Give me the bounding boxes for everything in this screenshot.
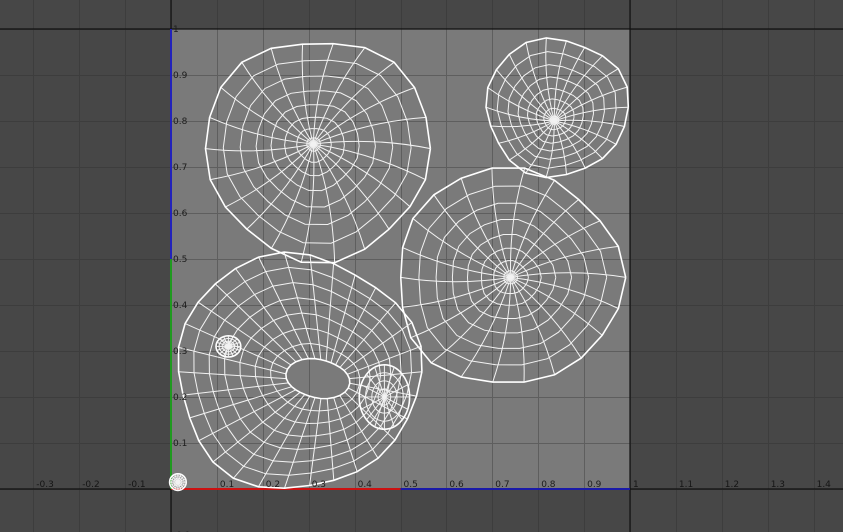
u-tick-label: 0.5 xyxy=(404,480,418,490)
v-tick-label: 0.3 xyxy=(173,347,187,357)
uv-shell-small-eye-right[interactable] xyxy=(358,363,411,430)
v-tick-label: 0.2 xyxy=(173,393,187,403)
u-tick-label: 1.4 xyxy=(817,480,832,490)
v-tick-label: 0.5 xyxy=(173,255,187,265)
u-tick-label: 1.3 xyxy=(771,480,785,490)
u-tick-label: 1.1 xyxy=(679,480,693,490)
u-tick-label: 0.8 xyxy=(541,480,556,490)
u-tick-label: 0.1 xyxy=(220,480,234,490)
v-tick-label: 0.6 xyxy=(173,209,188,219)
u-tick-label: 0.3 xyxy=(312,480,326,490)
v-tick-label: 0.4 xyxy=(173,301,188,311)
v-tick-label: 0.9 xyxy=(173,71,188,81)
v-tick-label: 1 xyxy=(173,25,179,35)
uv-editor-viewport[interactable]: 4-0.3-0.2-0.10.10.20.30.40.50.60.70.80.9… xyxy=(0,0,843,532)
v-tick-label: 0.7 xyxy=(173,163,187,173)
uv-shell-origin-dot[interactable] xyxy=(168,473,187,492)
u-tick-label: 1.2 xyxy=(725,480,739,490)
u-tick-label: -0.1 xyxy=(128,480,146,490)
u-tick-label: 0.2 xyxy=(266,480,280,490)
uv-shell-small-eye-left[interactable] xyxy=(215,334,242,358)
v-tick-label: 0.1 xyxy=(173,439,187,449)
u-tick-label: 0.4 xyxy=(358,480,373,490)
u-tick-label: 0.7 xyxy=(495,480,509,490)
u-tick-label: 0.9 xyxy=(587,480,602,490)
u-tick-label: 0.6 xyxy=(449,480,464,490)
v-tick-label: 0.8 xyxy=(173,117,188,127)
uv-grid-canvas[interactable]: 4-0.3-0.2-0.10.10.20.30.40.50.60.70.80.9… xyxy=(0,0,843,532)
u-tick-label: -0.2 xyxy=(82,480,100,490)
u-tick-label: 1 xyxy=(633,480,639,490)
u-tick-label: -0.3 xyxy=(36,480,54,490)
